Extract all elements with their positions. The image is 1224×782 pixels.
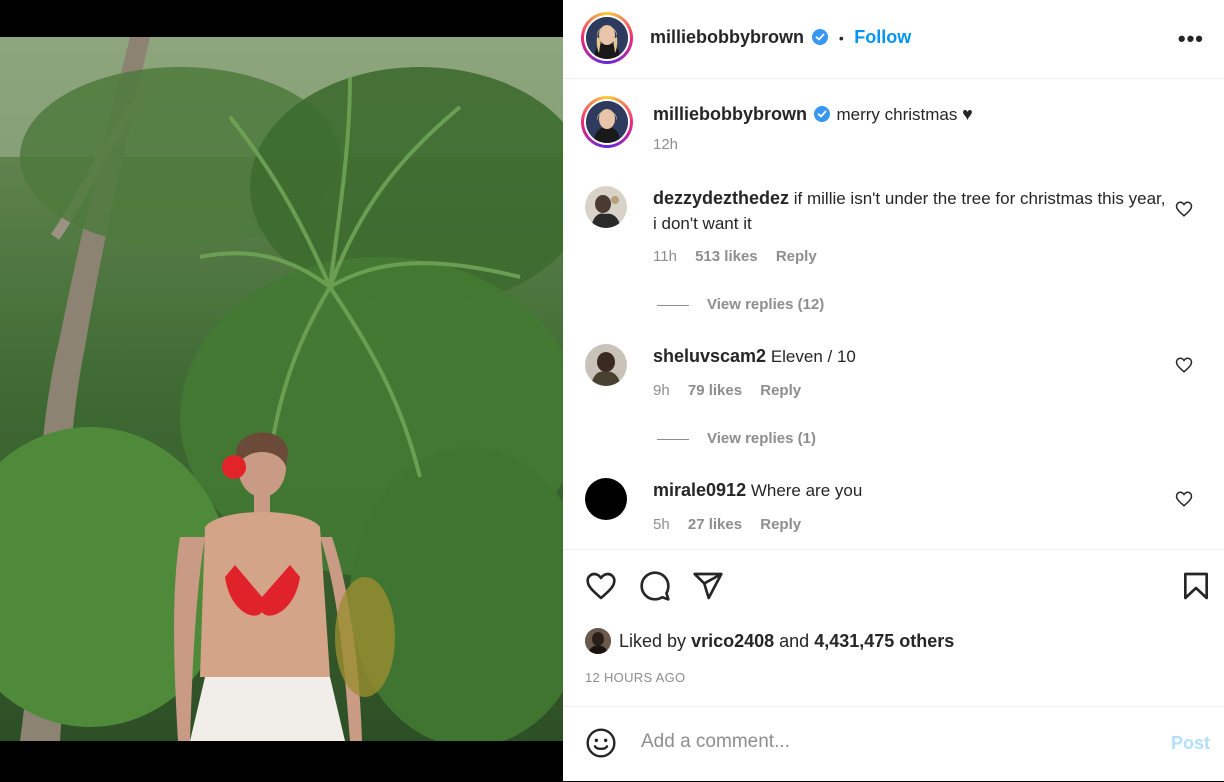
comment-likes[interactable]: 79 likes — [688, 382, 742, 399]
author-avatar[interactable] — [581, 12, 633, 64]
add-comment-input[interactable] — [639, 730, 1123, 754]
commenter-avatar[interactable] — [585, 478, 627, 520]
comment-time[interactable]: 11h — [653, 248, 677, 265]
comment-likes[interactable]: 513 likes — [695, 248, 758, 265]
comment-item: dezzydezthedez if millie isn't under the… — [585, 186, 1205, 276]
emoji-smiley-icon[interactable] — [585, 727, 617, 759]
black-heart-emoji: ♥ — [962, 104, 973, 124]
verified-badge-icon — [812, 29, 829, 45]
comment-username[interactable]: mirale0912 — [653, 480, 746, 500]
profile-photo-icon — [586, 101, 628, 143]
action-bar: Liked by vrico2408 and 4,431,475 others … — [563, 549, 1224, 706]
post-timestamp[interactable]: 12 HOURS AGO — [585, 670, 685, 685]
liker-avatar[interactable] — [585, 628, 611, 654]
comment-item: sheluvscam2 Eleven / 10 9h 79 likes Repl… — [585, 344, 1205, 404]
comment-bubble-icon[interactable] — [639, 570, 671, 602]
replies-line — [657, 438, 689, 440]
commenter-avatar[interactable] — [585, 344, 627, 386]
liked-by-prefix: Liked by — [619, 631, 687, 651]
caption-text: merry christmas — [836, 105, 958, 124]
comment-username[interactable]: sheluvscam2 — [653, 346, 766, 366]
comment-time[interactable]: 5h — [653, 516, 670, 533]
likes-summary: Liked by vrico2408 and 4,431,475 others — [585, 628, 954, 654]
post-photo[interactable] — [0, 37, 563, 741]
like-comment-heart-icon[interactable] — [1175, 200, 1193, 218]
caption-avatar[interactable] — [581, 96, 633, 148]
like-comment-heart-icon[interactable] — [1175, 356, 1193, 374]
view-replies-label: View replies (12) — [707, 296, 825, 313]
comment-username[interactable]: dezzydezthedez — [653, 188, 789, 208]
comment-text: Eleven / 10 — [770, 347, 856, 366]
profile-photo-icon — [585, 628, 611, 654]
caption: milliebobbybrown merry christmas ♥ 12h — [581, 96, 1205, 166]
profile-photo-icon — [585, 186, 627, 228]
post-media — [0, 0, 563, 781]
view-replies-button[interactable]: View replies (1) — [657, 430, 816, 447]
author-username[interactable]: milliebobbybrown — [650, 27, 804, 47]
view-replies-button[interactable]: View replies (12) — [657, 296, 824, 313]
liked-by-and: and — [779, 631, 810, 651]
follow-button[interactable]: Follow — [854, 27, 911, 47]
liker-username[interactable]: vrico2408 — [691, 631, 774, 651]
like-comment-heart-icon[interactable] — [1175, 490, 1193, 508]
view-replies-label: View replies (1) — [707, 430, 816, 447]
caption-time[interactable]: 12h — [653, 136, 678, 153]
comment-likes[interactable]: 27 likes — [688, 516, 742, 533]
verified-badge-icon — [813, 106, 830, 122]
post-comment-button[interactable]: Post — [1171, 733, 1210, 754]
more-options-icon[interactable]: ••• — [1178, 26, 1204, 52]
post-header: milliebobbybrown • Follow ••• — [563, 0, 1224, 79]
comment-item: mirale0912 Where are you 5h 27 likes Rep… — [585, 478, 1205, 538]
save-bookmark-icon[interactable] — [1180, 570, 1212, 602]
comment-time[interactable]: 9h — [653, 382, 670, 399]
reply-button[interactable]: Reply — [760, 382, 801, 399]
profile-photo-icon — [585, 344, 627, 386]
reply-button[interactable]: Reply — [776, 248, 817, 265]
add-comment-bar: Post — [563, 706, 1224, 782]
likes-count-link[interactable]: 4,431,475 others — [814, 631, 954, 651]
replies-line — [657, 304, 689, 306]
jungle-photo — [0, 37, 563, 741]
post-panel: milliebobbybrown • Follow ••• milliebobb — [563, 0, 1224, 781]
separator-dot: • — [838, 30, 844, 46]
like-heart-icon[interactable] — [585, 570, 617, 602]
reply-button[interactable]: Reply — [760, 516, 801, 533]
commenter-avatar[interactable] — [585, 186, 627, 228]
comment-text: Where are you — [750, 481, 863, 500]
caption-username[interactable]: milliebobbybrown — [653, 104, 807, 124]
share-send-icon[interactable] — [692, 570, 724, 602]
profile-photo-icon — [586, 17, 628, 59]
